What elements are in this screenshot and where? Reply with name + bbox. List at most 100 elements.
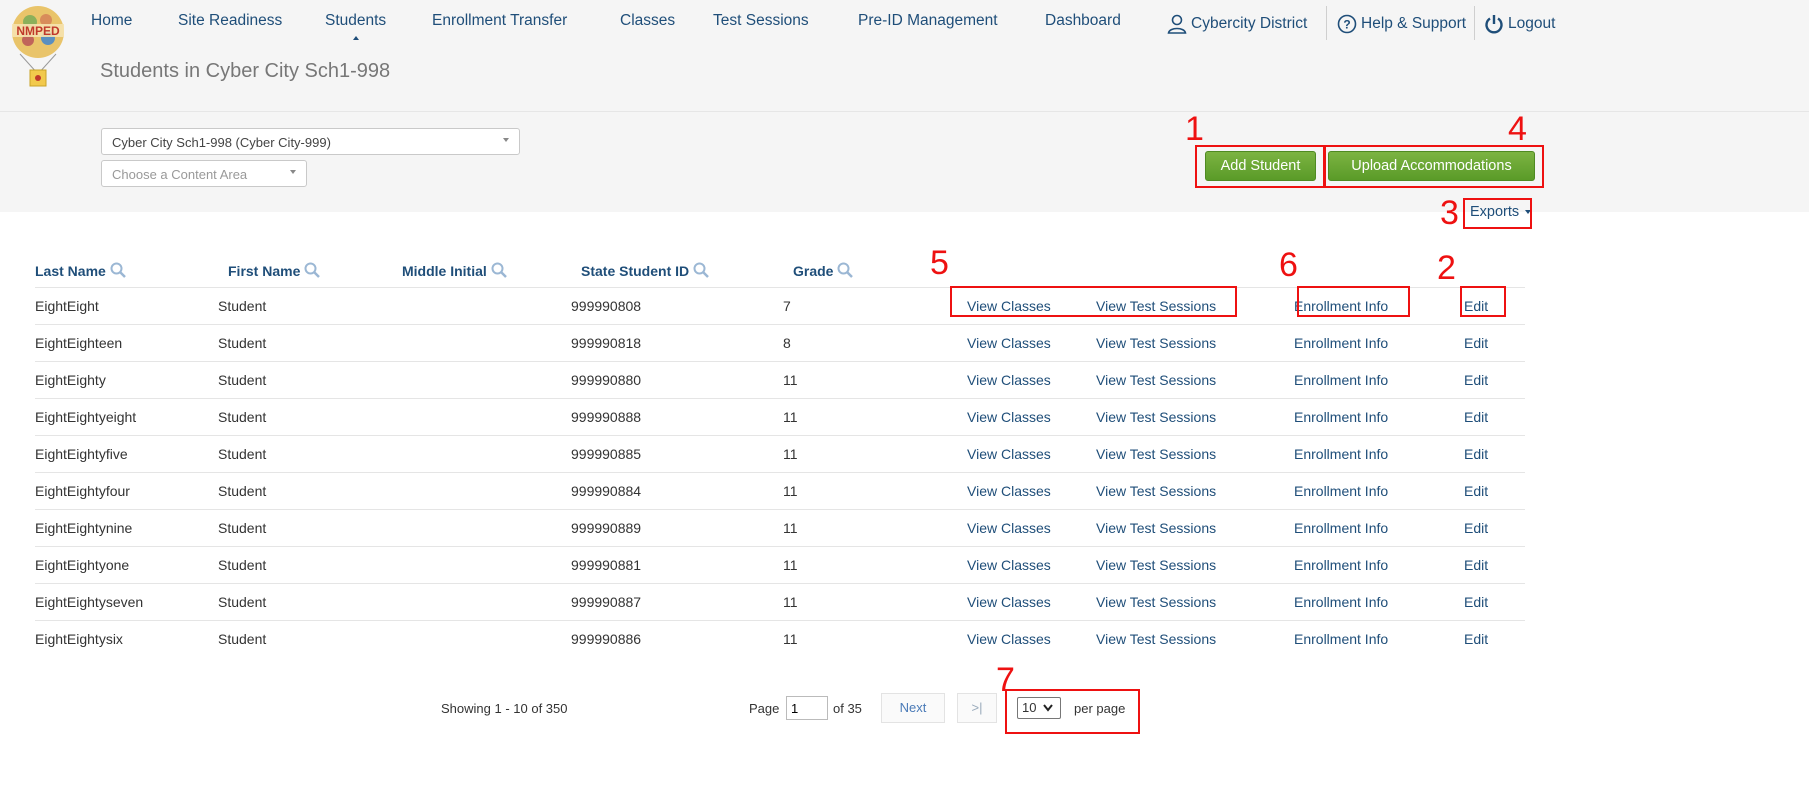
- enrollment-info-link[interactable]: Enrollment Info: [1294, 594, 1388, 610]
- view-classes-link[interactable]: View Classes: [967, 483, 1051, 499]
- view-test-sessions-link[interactable]: View Test Sessions: [1096, 483, 1216, 499]
- enrollment-info-link[interactable]: Enrollment Info: [1294, 557, 1388, 573]
- logout-label: Logout: [1508, 15, 1556, 32]
- edit-link[interactable]: Edit: [1464, 594, 1488, 610]
- nmped-logo[interactable]: NMPED: [10, 4, 66, 92]
- enrollment-info-link[interactable]: Enrollment Info: [1294, 298, 1388, 314]
- enrollment-info-link[interactable]: Enrollment Info: [1294, 409, 1388, 425]
- enrollment-info-link[interactable]: Enrollment Info: [1294, 483, 1388, 499]
- view-test-sessions-link[interactable]: View Test Sessions: [1096, 298, 1216, 314]
- cell-grade: 11: [783, 446, 798, 462]
- search-icon[interactable]: [837, 262, 854, 278]
- edit-link[interactable]: Edit: [1464, 631, 1488, 647]
- svg-text:?: ?: [1343, 18, 1350, 32]
- cell-state-student-id: 999990889: [571, 520, 642, 536]
- nav-enrollment-transfer[interactable]: Enrollment Transfer: [432, 12, 567, 30]
- annotation-number: 7: [996, 661, 1015, 699]
- enrollment-info-link[interactable]: Enrollment Info: [1294, 335, 1388, 351]
- nav-students[interactable]: Students: [325, 12, 386, 40]
- search-icon[interactable]: [693, 262, 710, 278]
- caret-down-icon: [1525, 210, 1532, 215]
- last-page-button[interactable]: >|: [957, 693, 997, 723]
- edit-link[interactable]: Edit: [1464, 483, 1488, 499]
- nav-dashboard[interactable]: Dashboard: [1045, 12, 1121, 30]
- view-classes-link[interactable]: View Classes: [967, 594, 1051, 610]
- enrollment-info-link[interactable]: Enrollment Info: [1294, 520, 1388, 536]
- view-test-sessions-link[interactable]: View Test Sessions: [1096, 520, 1216, 536]
- cell-grade: 11: [783, 372, 798, 388]
- view-test-sessions-link[interactable]: View Test Sessions: [1096, 631, 1216, 647]
- edit-link[interactable]: Edit: [1464, 409, 1488, 425]
- nav-pre-id-management[interactable]: Pre-ID Management: [858, 12, 998, 30]
- cell-state-student-id: 999990808: [571, 298, 642, 314]
- content-area-placeholder: Choose a Content Area: [112, 167, 248, 182]
- view-test-sessions-link[interactable]: View Test Sessions: [1096, 557, 1216, 573]
- column-header-state-student-id[interactable]: State Student ID: [581, 262, 710, 279]
- pagination: Showing 1 - 10 of 350 Page of 35 Next >|…: [0, 693, 1809, 723]
- edit-link[interactable]: Edit: [1464, 557, 1488, 573]
- cell-last-name: EightEightyseven: [35, 594, 144, 610]
- column-header-first-name[interactable]: First Name: [228, 262, 321, 279]
- view-classes-link[interactable]: View Classes: [967, 409, 1051, 425]
- page-total: of 35: [833, 701, 862, 716]
- edit-link[interactable]: Edit: [1464, 446, 1488, 462]
- column-header-last-name[interactable]: Last Name: [35, 262, 126, 279]
- table-row: EightEighteen Student 999990818 8 View Class…: [35, 324, 1525, 361]
- annotation-number: 3: [1440, 194, 1459, 232]
- logout-link[interactable]: Logout: [1484, 7, 1555, 41]
- edit-link[interactable]: Edit: [1464, 520, 1488, 536]
- add-student-button[interactable]: Add Student: [1205, 151, 1316, 181]
- enrollment-info-link[interactable]: Enrollment Info: [1294, 446, 1388, 462]
- edit-link[interactable]: Edit: [1464, 372, 1488, 388]
- nav-classes[interactable]: Classes: [620, 12, 675, 30]
- account-menu[interactable]: Cybercity District: [1167, 7, 1307, 41]
- table-row: EightEighty Student 999990880 11 View Classe…: [35, 361, 1525, 398]
- cell-first-name: Student: [218, 594, 267, 610]
- view-classes-link[interactable]: View Classes: [967, 298, 1051, 314]
- view-classes-link[interactable]: View Classes: [967, 631, 1051, 647]
- cell-first-name: Student: [218, 631, 267, 647]
- enrollment-info-link[interactable]: Enrollment Info: [1294, 631, 1388, 647]
- column-header-grade[interactable]: Grade: [793, 262, 854, 279]
- nav-home[interactable]: Home: [91, 12, 132, 30]
- cell-state-student-id: 999990884: [571, 483, 642, 499]
- table-row: EightEightyeight Student 999990888 11 View C…: [35, 398, 1525, 435]
- cell-grade: 11: [783, 557, 798, 573]
- nav-separator: [1474, 6, 1475, 40]
- cell-first-name: Student: [218, 520, 267, 536]
- search-icon[interactable]: [304, 262, 321, 278]
- view-classes-link[interactable]: View Classes: [967, 557, 1051, 573]
- view-test-sessions-link[interactable]: View Test Sessions: [1096, 409, 1216, 425]
- view-test-sessions-link[interactable]: View Test Sessions: [1096, 594, 1216, 610]
- search-icon[interactable]: [491, 262, 507, 278]
- search-icon[interactable]: [110, 262, 126, 278]
- nav-site-readiness[interactable]: Site Readiness: [178, 12, 282, 30]
- enrollment-info-link[interactable]: Enrollment Info: [1294, 372, 1388, 388]
- view-classes-link[interactable]: View Classes: [967, 446, 1051, 462]
- view-classes-link[interactable]: View Classes: [967, 335, 1051, 351]
- column-header-middle-initial[interactable]: Middle Initial: [402, 262, 507, 279]
- school-select[interactable]: Cyber City Sch1-998 (Cyber City-999): [101, 128, 520, 155]
- nav-test-sessions[interactable]: Test Sessions: [713, 12, 809, 30]
- cell-first-name: Student: [218, 335, 267, 351]
- edit-link[interactable]: Edit: [1464, 298, 1488, 314]
- view-test-sessions-link[interactable]: View Test Sessions: [1096, 446, 1216, 462]
- table-row: EightEightysix Student 999990886 11 View Cla…: [35, 620, 1525, 657]
- cell-grade: 7: [783, 298, 791, 314]
- per-page-select[interactable]: 10: [1017, 697, 1061, 719]
- page-number-input[interactable]: [786, 696, 828, 720]
- help-support-link[interactable]: ? Help & Support: [1337, 7, 1466, 41]
- view-classes-link[interactable]: View Classes: [967, 520, 1051, 536]
- view-test-sessions-link[interactable]: View Test Sessions: [1096, 372, 1216, 388]
- upload-accommodations-button[interactable]: Upload Accommodations: [1328, 151, 1535, 181]
- filter-bar: Cyber City Sch1-998 (Cyber City-999) Cho…: [0, 112, 1809, 212]
- help-label: Help & Support: [1361, 15, 1467, 32]
- table-row: EightEightynine Student 999990889 11 View Cl…: [35, 509, 1525, 546]
- view-classes-link[interactable]: View Classes: [967, 372, 1051, 388]
- edit-link[interactable]: Edit: [1464, 335, 1488, 351]
- exports-dropdown[interactable]: Exports: [1470, 204, 1532, 220]
- cell-grade: 11: [783, 594, 798, 610]
- view-test-sessions-link[interactable]: View Test Sessions: [1096, 335, 1216, 351]
- next-page-button[interactable]: Next: [881, 693, 945, 723]
- content-area-select[interactable]: Choose a Content Area: [101, 160, 307, 187]
